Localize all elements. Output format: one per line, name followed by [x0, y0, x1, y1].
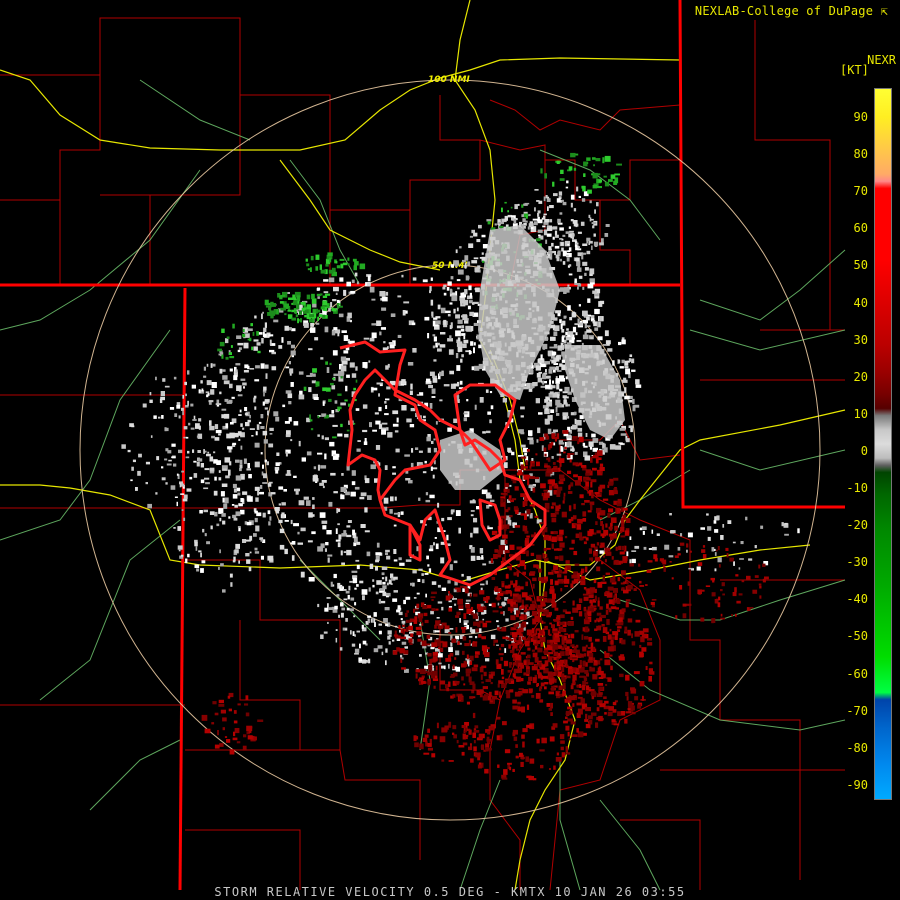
colorbar-tick: 40 [853, 295, 868, 310]
colorbar-tick: -80 [846, 740, 868, 755]
colorbar-tick: -30 [846, 555, 868, 570]
colorbar-tick: -50 [846, 629, 868, 644]
colorbar-tick: 0 [860, 443, 868, 458]
cursor-arrow-icon: ⇱ [880, 4, 888, 18]
colorbar-tick: -60 [846, 666, 868, 681]
colorbar-tick: -10 [846, 481, 868, 495]
credit-text: NEXLAB-College of DuPage ⇱ [695, 4, 888, 18]
colorbar-tick: 10 [853, 406, 868, 421]
colorbar-tick: 60 [853, 221, 868, 236]
colorbar-tick: -90 [846, 777, 868, 792]
colorbar-tick: 70 [853, 184, 868, 199]
range-ring-label-100: 100 NMI [428, 75, 470, 85]
unit-label: [KT] [840, 63, 869, 77]
colorbar-tick: 80 [853, 147, 868, 162]
colorbar-tick: -70 [846, 703, 868, 718]
colorbar-tick: 30 [853, 332, 868, 347]
product-label: NEXR [867, 53, 896, 67]
colorbar-tick: -20 [846, 518, 868, 533]
velocity-colorbar [874, 88, 892, 800]
product-caption: STORM RELATIVE VELOCITY 0.5 DEG - KMTX 1… [214, 885, 686, 899]
colorbar-tick: -40 [846, 592, 868, 607]
credit-label: NEXLAB-College of DuPage [694, 4, 874, 18]
colorbar-tick: 50 [853, 258, 868, 273]
radar-map: 50 NMI 100 NMI [0, 0, 900, 900]
colorbar-tick: 20 [853, 369, 868, 384]
colorbar-tick: 90 [853, 110, 868, 124]
